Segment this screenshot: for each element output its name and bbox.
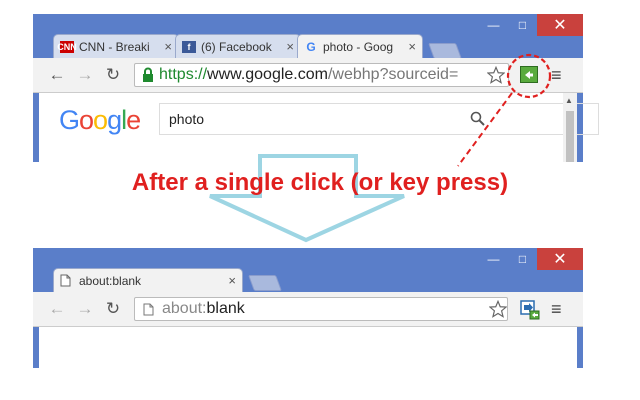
back-button[interactable]: ← [47,299,67,319]
tab-close-icon[interactable]: × [286,39,294,54]
google-logo-letter: o [79,105,94,135]
tab-cnn[interactable]: CNN CNN - Breaki × [53,34,179,58]
facebook-favicon-icon: f [182,40,196,53]
google-logo-letter: G [59,105,80,135]
tab-facebook[interactable]: f (6) Facebook × [175,34,301,58]
tab-title: CNN - Breaki [79,39,150,54]
reload-button[interactable]: ↻ [103,65,123,85]
lock-icon [143,67,153,82]
reload-button[interactable]: ↻ [103,299,123,319]
extension-arrow-icon[interactable] [520,300,540,320]
caption-text: After a single click (or key press) [131,169,509,196]
hamburger-menu-icon[interactable]: ≡ [551,65,562,86]
blank-page [39,327,577,368]
toolbar: ← → ↻ https://www.google.com/webhp?sourc… [33,58,583,126]
maximize-button[interactable]: □ [508,14,537,36]
browser-window-after: — □ ✕ about:blank × ← → ↻ about: blank ≡ [33,248,583,368]
url-rest: blank [206,300,245,317]
back-button[interactable]: ← [47,65,67,85]
minimize-button[interactable]: — [479,248,508,270]
star-icon[interactable] [487,66,505,84]
address-bar[interactable]: https://www.google.com/webhp?sourceid= [134,63,509,87]
google-logo-letter: g [107,105,122,135]
forward-button[interactable]: → [75,65,95,85]
tab-title: about:blank [79,273,142,288]
scrollbar-thumb[interactable] [566,111,574,162]
hamburger-menu-icon[interactable]: ≡ [551,299,562,320]
search-input[interactable]: photo [159,103,599,135]
star-icon[interactable] [489,300,507,318]
toolbar: ← → ↻ about: blank ≡ [33,292,583,327]
tab-close-icon[interactable]: × [164,39,172,54]
minimize-button[interactable]: — [479,14,508,36]
window-controls: — □ ✕ [479,14,583,36]
url-path: /webhp?sourceid= [327,66,459,83]
url-scheme: about: [162,300,207,317]
tab-about-blank[interactable]: about:blank × [53,268,243,292]
url-scheme: https:// [159,66,208,83]
scrollbar[interactable]: ▲ [563,93,577,162]
new-tab-button[interactable] [428,43,462,59]
close-window-button[interactable]: ✕ [537,248,583,270]
maximize-button[interactable]: □ [508,248,537,270]
google-favicon-icon: G [306,39,316,54]
magnifier-icon[interactable] [470,111,486,127]
cnn-favicon-icon: CNN [57,40,77,53]
tab-title: (6) Facebook [201,39,272,54]
google-logo-letter: e [126,105,141,135]
page-icon [143,303,154,315]
new-tab-button[interactable] [248,275,282,291]
forward-button[interactable]: → [75,299,95,319]
google-logo-letter: o [93,105,108,135]
address-bar[interactable]: about: blank [134,297,508,321]
google-logo: Google [59,105,141,136]
google-page: Google photo ▲ [39,93,599,162]
browser-window-before: — □ ✕ CNN CNN - Breaki × f (6) Facebook … [33,14,599,162]
close-window-button[interactable]: ✕ [537,14,583,36]
url-host: www.google.com [207,66,328,83]
page-icon [60,274,71,287]
tab-title: photo - Goog [323,39,394,54]
tab-close-icon[interactable]: × [408,39,416,54]
extension-arrow-icon[interactable] [520,66,538,83]
scroll-up-icon[interactable]: ▲ [565,96,573,105]
tab-photo-google[interactable]: G photo - Goog × [297,34,423,58]
window-controls: — □ ✕ [479,248,583,270]
tab-close-icon[interactable]: × [228,273,236,288]
